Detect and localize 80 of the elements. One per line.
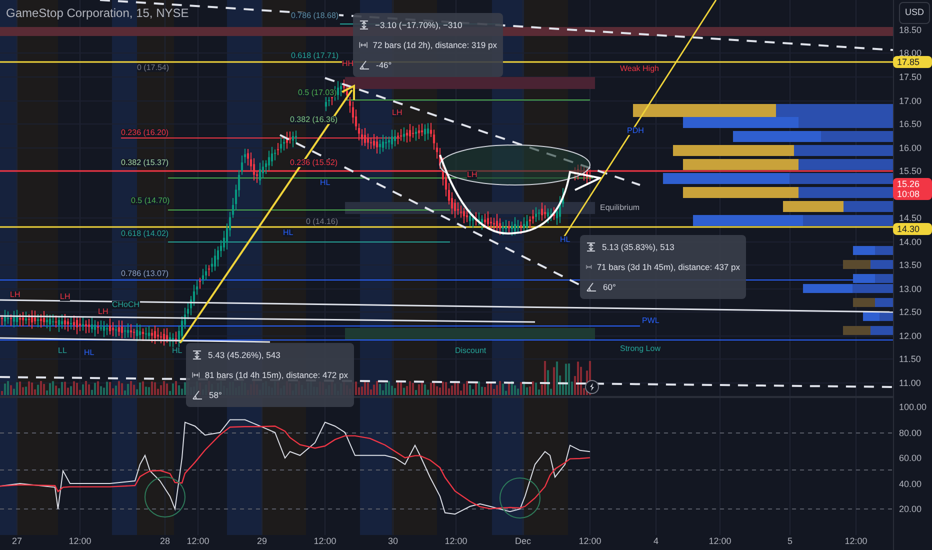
angle-text: -46°: [376, 58, 392, 72]
price-tick: 14.00: [899, 238, 922, 247]
chart-marker-label: HH: [342, 60, 354, 68]
chart-marker-label: HL: [172, 347, 182, 355]
chart-marker-label: LH: [10, 291, 20, 299]
fib-level-label: 0.236 (16.20): [121, 129, 169, 137]
chart-marker-label: PDH: [627, 127, 644, 135]
price-tick: 11.00: [899, 379, 921, 388]
time-tick: 12:00: [708, 537, 732, 546]
fib-level-label: 0.382 (16.36): [290, 116, 338, 124]
bar-count-text: 71 bars (3d 1h 45m), distance: 437 px: [596, 260, 740, 274]
chart-marker-label: HL: [560, 236, 570, 244]
chart-marker-label: HL: [283, 229, 294, 237]
rsi-tick: 80.00: [899, 429, 922, 438]
time-tick: 30: [388, 537, 398, 546]
rsi-tick: 60.00: [899, 454, 922, 463]
price-tick: 18.00: [899, 49, 922, 58]
bar-count-text: 72 bars (1d 2h), distance: 319 px: [372, 38, 497, 52]
price-change-text: 5.43 (45.26%), 543: [208, 349, 280, 362]
time-tick: 12:00: [444, 537, 468, 546]
chart-marker-label: HL: [320, 179, 330, 187]
price-tick: 12.50: [899, 308, 922, 317]
fib-level-label: 0 (17.54): [137, 64, 170, 72]
chart-marker-label: LH: [392, 109, 402, 117]
angle-text: 60°: [603, 280, 616, 294]
price-tick: 13.00: [899, 285, 922, 294]
time-tick: 4: [654, 537, 658, 546]
time-tick: 12:00: [68, 537, 92, 546]
fib-level-label: 0.786 (18.68): [291, 12, 339, 20]
fib-level-label: 0.236 (15.52): [290, 159, 338, 167]
time-tick: 29: [257, 537, 267, 546]
currency-button[interactable]: USD: [899, 2, 930, 24]
price-tick: 11.50: [899, 355, 921, 364]
price-tick: 12.00: [899, 332, 922, 341]
rsi-tick: 20.00: [899, 505, 922, 514]
fib-level-label: 0.618 (14.02): [121, 230, 169, 238]
price-tick: 15.50: [899, 167, 922, 176]
price-level-badge: 17.85: [893, 56, 932, 68]
fib-level-label: 0.786 (13.07): [121, 270, 169, 278]
chart-marker-label: LH: [98, 308, 108, 316]
fib-level-label: 0 (14.16): [306, 218, 338, 226]
time-tick: 12:00: [578, 537, 602, 546]
chart-marker-label: Strong Low: [620, 345, 660, 353]
chart-marker-label: HL: [84, 349, 94, 357]
angle-text: 58°: [209, 388, 222, 402]
time-tick: 12:00: [186, 537, 210, 546]
price-change-text: 5.13 (35.83%), 513: [602, 241, 674, 254]
fib-level-label: 0.5 (14.70): [131, 197, 170, 205]
rsi-tick: 100.00: [899, 403, 927, 412]
time-tick: 27: [12, 537, 22, 546]
chart-marker-label: Weak High: [620, 65, 659, 73]
price-tick: 17.50: [899, 73, 922, 82]
chart-marker-label: Equilibrium: [600, 204, 640, 212]
last-price-text: 15.26: [897, 179, 921, 189]
price-tick: 17.00: [899, 97, 922, 106]
time-tick: 28: [160, 537, 170, 546]
price-tick: 18.50: [899, 26, 922, 35]
price-tick: 16.50: [899, 120, 922, 129]
chart-marker-label: LH: [60, 293, 70, 301]
price-tick: 13.50: [899, 261, 922, 270]
fib-level-label: 0.5 (17.03): [298, 89, 337, 97]
chart-marker-label: Discount: [455, 347, 486, 355]
chart-marker-label: CHoCH: [112, 301, 140, 309]
time-tick: 5: [788, 537, 792, 546]
time-tick: Dec: [515, 537, 531, 546]
chart-title: GameStop Corporation, 15, NYSE: [6, 5, 189, 22]
chart-marker-label: LH: [467, 171, 478, 179]
fib-level-label: 0.382 (15.37): [121, 159, 169, 167]
countdown-text: 10:08: [897, 189, 921, 199]
price-change-text: −3.10 (−17.70%), −310: [375, 19, 462, 32]
price-tick: 16.00: [899, 144, 922, 153]
fib-level-label: 0.618 (17.71): [291, 52, 339, 60]
time-tick: 12:00: [314, 537, 336, 546]
chart-marker-label: LL: [58, 347, 67, 355]
price-tick: 14.50: [899, 214, 922, 223]
rsi-tick: 40.00: [899, 480, 922, 489]
bar-count-text: 81 bars (1d 4h 15m), distance: 472 px: [204, 368, 348, 382]
price-level-badge: 14.30: [893, 223, 932, 235]
chart-marker-label: PWL: [642, 317, 660, 325]
time-tick: 12:00: [844, 537, 868, 546]
